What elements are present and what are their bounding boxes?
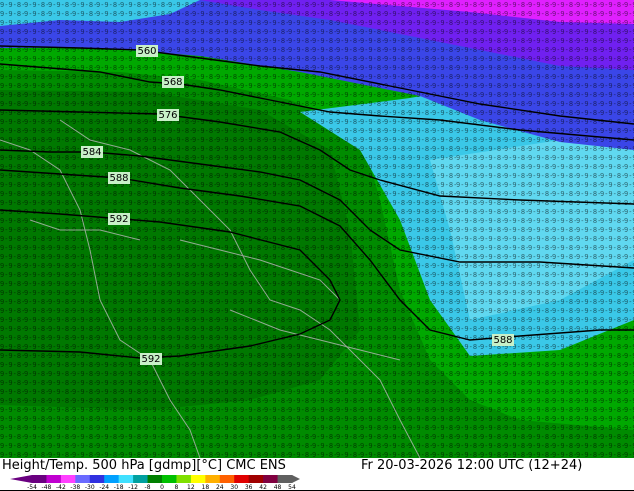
contour-label: 592 [141,354,160,365]
valid-time: Fr 20-03-2026 12:00 UTC (12+24) [361,458,583,473]
temperature-digits-overlay [0,0,634,458]
contour-label: 588 [109,173,128,184]
contour-label: 576 [158,110,177,121]
weather-map: 9-9-8-8 560 568 576 584 588 [0,0,634,458]
contour-label: 588 [493,335,512,346]
contour-label: 592 [109,214,128,225]
color-scale-labels: -54 -48 -42 -38 -30 -24 -18 -12 -8 0 8 12 18 24 30 36 42… [0,458,310,491]
contour-label: 560 [137,46,156,57]
contour-label: 568 [163,77,182,88]
map-footer: Height/Temp. 500 hPa [gdmp][°C] CMC ENS … [0,458,634,491]
contour-label: 584 [82,147,101,158]
